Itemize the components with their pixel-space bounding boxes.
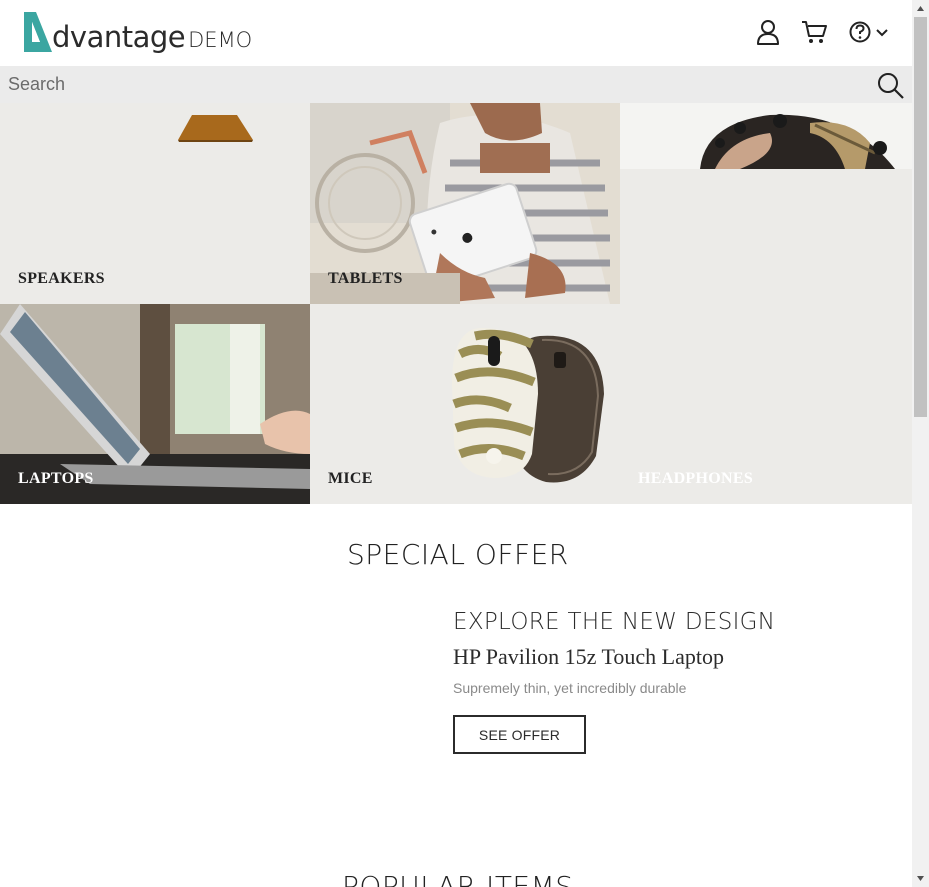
logo-a-icon xyxy=(24,12,52,52)
category-tile-tablets[interactable]: TABLETS xyxy=(310,103,620,304)
scrollbar[interactable] xyxy=(912,0,929,887)
category-label-headphones: HEADPHONES xyxy=(638,470,754,487)
logo-demo: DEMO xyxy=(188,28,253,52)
special-offer-title: SPECIAL OFFER xyxy=(347,538,569,571)
category-label-speakers: SPEAKERS xyxy=(18,270,105,287)
category-label-tablets: TABLETS xyxy=(328,270,403,287)
offer-product-name: HP Pavilion 15z Touch Laptop xyxy=(453,644,724,669)
help-icon[interactable] xyxy=(847,18,875,46)
category-tile-laptops[interactable]: LAPTOPS xyxy=(0,304,310,504)
offer-description: Supremely thin, yet incredibly durable xyxy=(453,680,687,696)
user-icon[interactable] xyxy=(754,18,782,46)
search-bar xyxy=(0,66,912,103)
popular-items-title: POPULAR ITEMS xyxy=(342,870,574,887)
site-header: dvantage DEMO xyxy=(0,0,912,66)
headphones-person-image xyxy=(620,103,912,169)
cart-icon[interactable] xyxy=(800,18,828,46)
category-tile-headphones[interactable]: HEADPHONES xyxy=(620,103,912,504)
scrollbar-thumb[interactable] xyxy=(914,17,927,417)
logo[interactable]: dvantage DEMO xyxy=(22,10,252,54)
category-tile-mice[interactable]: MICE xyxy=(310,304,620,504)
search-icon[interactable] xyxy=(876,71,906,101)
category-tile-speakers[interactable]: SPEAKERS xyxy=(0,103,310,304)
category-label-mice: MICE xyxy=(328,470,373,487)
logo-word: dvantage xyxy=(52,20,186,54)
category-label-laptops: LAPTOPS xyxy=(18,470,94,487)
scroll-down-icon[interactable] xyxy=(912,870,929,887)
scroll-up-icon[interactable] xyxy=(912,0,929,17)
see-offer-button[interactable]: SEE OFFER xyxy=(453,715,586,754)
offer-kicker: EXPLORE THE NEW DESIGN xyxy=(453,609,776,635)
chevron-down-icon[interactable] xyxy=(874,18,890,46)
search-input[interactable] xyxy=(0,66,860,103)
